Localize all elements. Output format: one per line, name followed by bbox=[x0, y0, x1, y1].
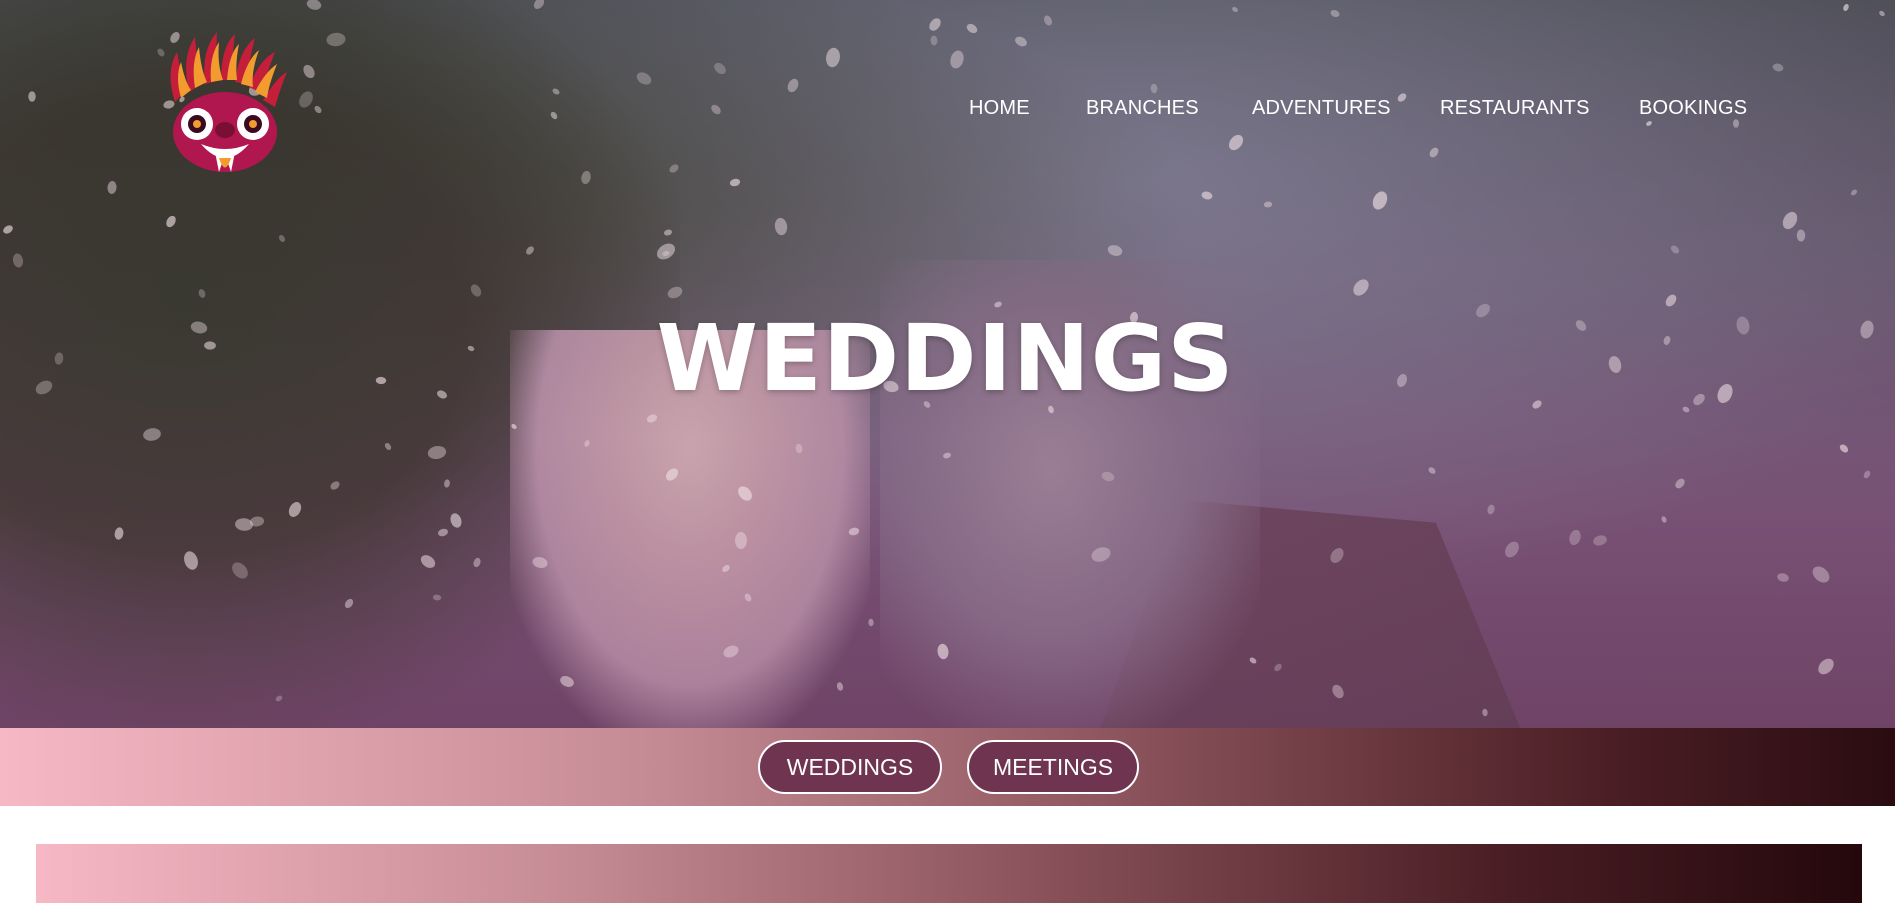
devil-mask-logo[interactable] bbox=[155, 32, 295, 182]
hero-banner: HOME BRANCHES ADVENTURES RESTAURANTS BOO… bbox=[0, 0, 1895, 728]
nav-item-home[interactable]: HOME bbox=[969, 97, 1030, 120]
nav-item-adventures[interactable]: ADVENTURES bbox=[1252, 97, 1391, 120]
category-tab-bar: WEDDINGS MEETINGS bbox=[0, 728, 1895, 806]
confetti-petal bbox=[930, 35, 938, 46]
page-title: WEDDINGS bbox=[0, 305, 1895, 412]
confetti-petal bbox=[1149, 83, 1158, 94]
confetti-petal bbox=[734, 531, 747, 549]
tab-weddings[interactable]: WEDDINGS bbox=[758, 740, 942, 794]
main-nav: HOME BRANCHES ADVENTURES RESTAURANTS BOO… bbox=[940, 97, 1895, 125]
nav-item-bookings[interactable]: BOOKINGS bbox=[1639, 97, 1747, 120]
page-title-text: WEDDINGS bbox=[656, 305, 1235, 412]
content-gradient-bar bbox=[36, 844, 1862, 903]
confetti-petal bbox=[1796, 229, 1806, 242]
tab-meetings[interactable]: MEETINGS bbox=[967, 740, 1139, 794]
devil-mask-icon bbox=[170, 32, 287, 172]
nav-item-branches[interactable]: BRANCHES bbox=[1086, 97, 1199, 120]
confetti-petal bbox=[432, 593, 442, 601]
confetti-petal bbox=[867, 618, 874, 627]
nav-item-restaurants[interactable]: RESTAURANTS bbox=[1440, 97, 1590, 120]
